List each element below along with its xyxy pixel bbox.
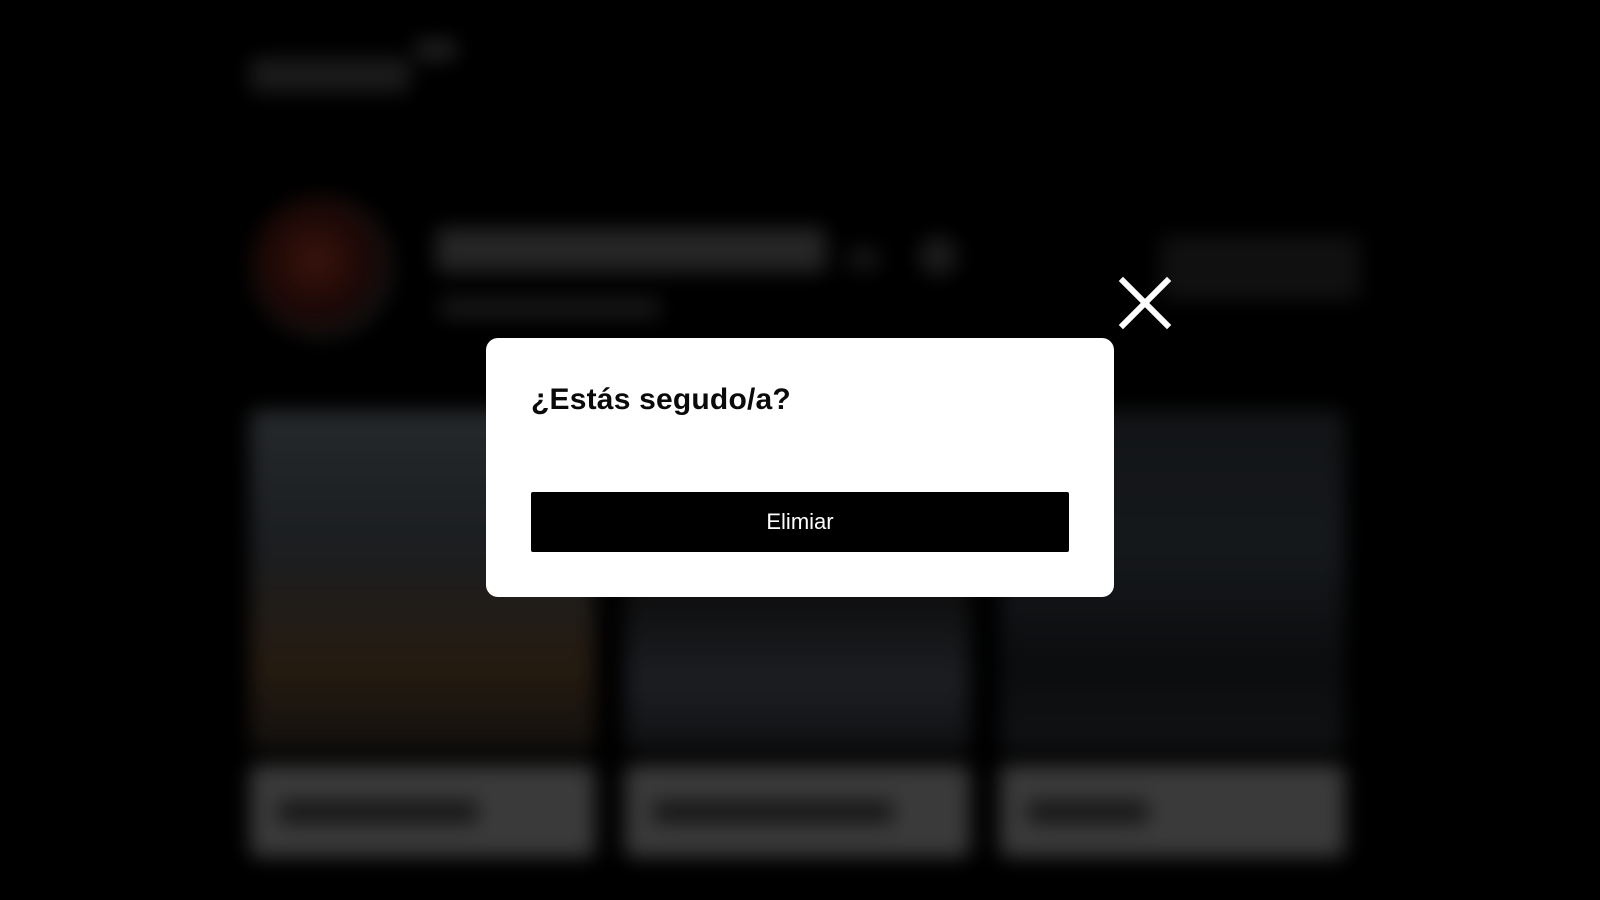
close-icon [1118, 276, 1172, 330]
confirm-dialog: ¿Estás segudo/a? Elimiar [486, 338, 1114, 597]
delete-button[interactable]: Elimiar [531, 492, 1069, 552]
dialog-title: ¿Estás segudo/a? [531, 383, 791, 416]
close-button[interactable] [1117, 275, 1173, 331]
